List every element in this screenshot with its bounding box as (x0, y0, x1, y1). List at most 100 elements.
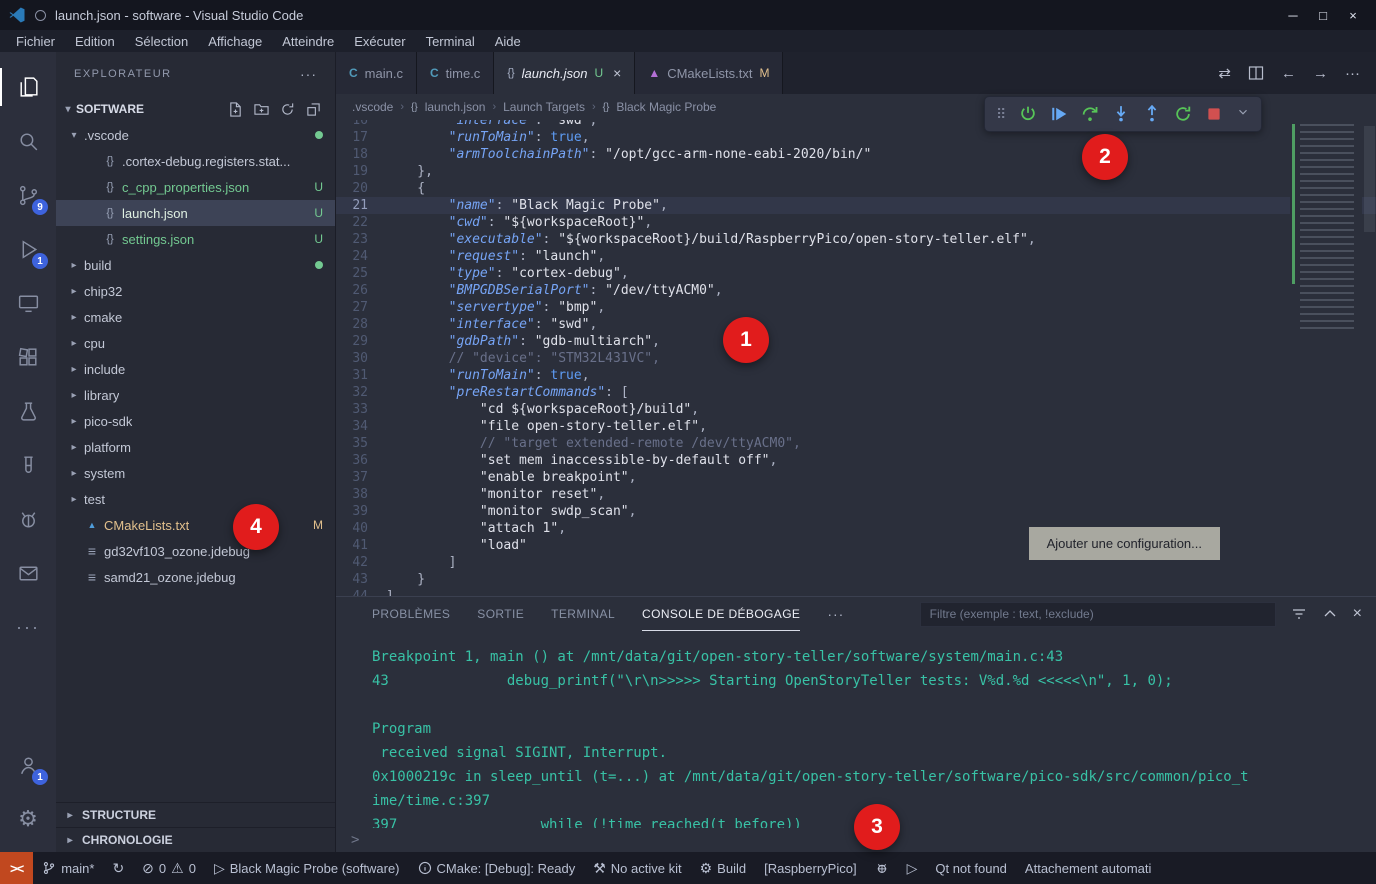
code-line-43[interactable]: 43 } (336, 571, 1376, 588)
code-editor[interactable]: 16 "interface": "swd",17 "runToMain": tr… (336, 120, 1376, 596)
code-line-33[interactable]: 33 "cd ${workspaceRoot}/build", (336, 401, 1376, 418)
tab-main-c[interactable]: C main.c (336, 52, 417, 94)
section-chronologie[interactable]: ▸ CHRONOLOGIE (56, 827, 335, 852)
code-line-24[interactable]: 24 "request": "launch", (336, 248, 1376, 265)
settings-gear-icon[interactable]: ⚙ (0, 792, 56, 846)
cmake-status-item[interactable]: CMake: [Debug]: Ready (409, 852, 585, 884)
tree-item-system[interactable]: ▸system (56, 460, 335, 486)
tree-item-launch.json[interactable]: launch.jsonU (56, 200, 335, 226)
tree-item-library[interactable]: ▸library (56, 382, 335, 408)
code-line-18[interactable]: 18 "armToolchainPath": "/opt/gcc-arm-non… (336, 146, 1376, 163)
tree-item-c-cpp-properties.json[interactable]: c_cpp_properties.jsonU (56, 174, 335, 200)
close-tab-icon[interactable]: × (613, 65, 621, 81)
breadcrumb-item[interactable]: Black Magic Probe (616, 100, 716, 114)
tab-terminal[interactable]: TERMINAL (551, 597, 615, 631)
menu-fichier[interactable]: Fichier (6, 34, 65, 49)
remote-explorer-icon[interactable] (0, 276, 56, 330)
menu-selection[interactable]: Sélection (125, 34, 198, 49)
auto-attach-item[interactable]: Attachement automati (1016, 852, 1160, 884)
menu-edition[interactable]: Edition (65, 34, 125, 49)
panel-more-icon[interactable]: ··· (827, 597, 844, 631)
restart-button[interactable] (1174, 105, 1192, 123)
tree-item-gd32vf103-ozone.jdebug[interactable]: gd32vf103_ozone.jdebug (56, 538, 335, 564)
tree-item-pico-sdk[interactable]: ▸pico-sdk (56, 408, 335, 434)
code-line-42[interactable]: 42 ] (336, 554, 1376, 571)
minimap[interactable] (1290, 120, 1362, 596)
drag-handle-icon[interactable]: ⠿ (996, 106, 1006, 123)
dropdown-chevron-icon[interactable] (1236, 105, 1250, 124)
minimize-button[interactable]: ─ (1278, 0, 1308, 30)
code-line-26[interactable]: 26 "BMPGDBSerialPort": "/dev/ttyACM0", (336, 282, 1376, 299)
code-line-44[interactable]: 44] (336, 588, 1376, 596)
tree-item-settings.json[interactable]: settings.jsonU (56, 226, 335, 252)
forward-icon[interactable]: → (1313, 65, 1328, 82)
back-icon[interactable]: ← (1281, 65, 1296, 82)
breadcrumb-item[interactable]: .vscode (352, 100, 393, 114)
mail-icon[interactable] (0, 546, 56, 600)
menu-affichage[interactable]: Affichage (198, 34, 272, 49)
tree-item-platform[interactable]: ▸platform (56, 434, 335, 460)
new-file-icon[interactable] (228, 102, 243, 117)
debug-console-output[interactable]: Breakpoint 1, main () at /mnt/data/git/o… (336, 631, 1376, 828)
code-line-27[interactable]: 27 "servertype": "bmp", (336, 299, 1376, 316)
build-variant-item[interactable]: [RaspberryPico] (755, 852, 865, 884)
tree-item-include[interactable]: ▸include (56, 356, 335, 382)
tab-time-c[interactable]: C time.c (417, 52, 494, 94)
section-structure[interactable]: ▸ STRUCTURE (56, 802, 335, 827)
tab-console-debogage[interactable]: CONSOLE DE DÉBOGAGE (642, 597, 800, 631)
tree-item-cmake[interactable]: ▸cmake (56, 304, 335, 330)
tree-item-cpu[interactable]: ▸cpu (56, 330, 335, 356)
step-into-button[interactable] (1112, 105, 1130, 123)
test-beaker-icon[interactable] (0, 384, 56, 438)
test-tube-icon[interactable] (0, 438, 56, 492)
explorer-icon[interactable] (0, 60, 56, 114)
compare-changes-icon[interactable]: ⇄ (1218, 64, 1231, 82)
tree-item-build[interactable]: ▸build (56, 252, 335, 278)
code-line-34[interactable]: 34 "file open-story-teller.elf", (336, 418, 1376, 435)
close-button[interactable]: × (1338, 0, 1368, 30)
step-out-button[interactable] (1143, 105, 1161, 123)
debug-console-prompt[interactable]: > (336, 828, 1376, 852)
more-views-icon[interactable]: ··· (0, 600, 56, 654)
code-line-28[interactable]: 28 "interface": "swd", (336, 316, 1376, 333)
tree-item-.vscode[interactable]: ▾.vscode (56, 122, 335, 148)
code-line-23[interactable]: 23 "executable": "${workspaceRoot}/build… (336, 231, 1376, 248)
maximize-panel-icon[interactable] (1322, 606, 1338, 622)
code-line-32[interactable]: 32 "preRestartCommands": [ (336, 384, 1376, 401)
code-line-25[interactable]: 25 "type": "cortex-debug", (336, 265, 1376, 282)
continue-button[interactable] (1050, 105, 1068, 123)
close-panel-icon[interactable]: × (1353, 605, 1362, 623)
code-line-35[interactable]: 35 // "target extended-remote /dev/ttyAC… (336, 435, 1376, 452)
code-line-39[interactable]: 39 "monitor swdp_scan", (336, 503, 1376, 520)
breadcrumb-item[interactable]: Launch Targets (503, 100, 585, 114)
code-line-29[interactable]: 29 "gdbPath": "gdb-multiarch", (336, 333, 1376, 350)
tree-item-.cortex-debug.registers.stat...[interactable]: .cortex-debug.registers.stat... (56, 148, 335, 174)
search-icon[interactable] (0, 114, 56, 168)
new-folder-icon[interactable] (254, 102, 269, 117)
stop-button[interactable] (1205, 105, 1223, 123)
menu-aide[interactable]: Aide (485, 34, 531, 49)
code-line-38[interactable]: 38 "monitor reset", (336, 486, 1376, 503)
add-configuration-button[interactable]: Ajouter une configuration... (1029, 527, 1220, 560)
collapse-all-icon[interactable] (306, 102, 321, 117)
tree-item-test[interactable]: ▸test (56, 486, 335, 512)
more-actions-icon[interactable]: ··· (1345, 65, 1360, 82)
cmake-kit-item[interactable]: ⚒ No active kit (584, 852, 690, 884)
debug-target-item[interactable] (866, 852, 898, 884)
cmake-build-item[interactable]: ⚙ Build (691, 852, 755, 884)
code-line-36[interactable]: 36 "set mem inaccessible-by-default off"… (336, 452, 1376, 469)
tab-problemes[interactable]: PROBLÈMES (372, 597, 450, 631)
bug-face-icon[interactable] (0, 492, 56, 546)
problems-item[interactable]: ⊘ 0 ⚠ 0 (133, 852, 205, 884)
qt-status-item[interactable]: Qt not found (926, 852, 1016, 884)
tree-item-chip32[interactable]: ▸chip32 (56, 278, 335, 304)
editor-scrollbar[interactable] (1364, 126, 1375, 232)
code-line-21[interactable]: 21 "name": "Black Magic Probe", (336, 197, 1376, 214)
run-debug-icon[interactable]: 1 (0, 222, 56, 276)
menu-executer[interactable]: Exécuter (344, 34, 415, 49)
source-control-icon[interactable]: 9 (0, 168, 56, 222)
workspace-section-header[interactable]: ▾ SOFTWARE (56, 96, 335, 122)
tab-sortie[interactable]: SORTIE (477, 597, 524, 631)
console-filter-input[interactable] (920, 602, 1276, 627)
accounts-icon[interactable]: 1 (0, 738, 56, 792)
